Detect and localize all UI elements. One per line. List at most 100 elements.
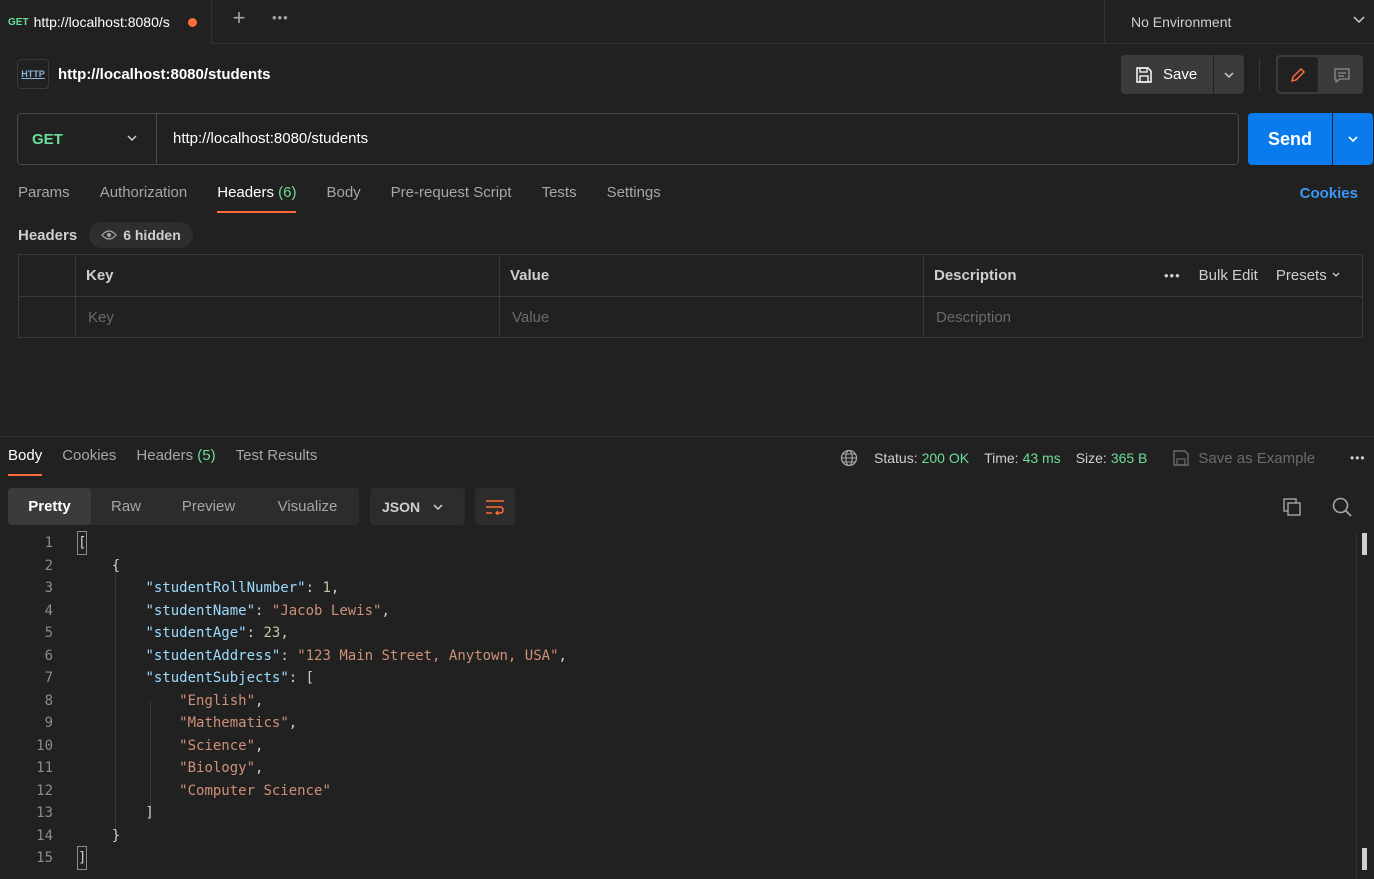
chevron-down-icon bbox=[127, 135, 137, 142]
json-string: Mathematics bbox=[187, 715, 281, 731]
request-tab[interactable]: GET http://localhost:8080/s bbox=[0, 0, 212, 44]
chevron-down-icon bbox=[1348, 136, 1358, 143]
line-number: 7 bbox=[44, 670, 53, 686]
new-tab-plus-icon[interactable]: + bbox=[228, 7, 250, 30]
code-line: 4 "studentName": "Jacob Lewis", bbox=[0, 600, 1350, 622]
view-pretty[interactable]: Pretty bbox=[8, 488, 91, 525]
save-icon bbox=[1136, 66, 1152, 83]
code-line: 14 } bbox=[0, 825, 1350, 847]
code-text: "Mathematics", bbox=[179, 715, 298, 731]
request-title[interactable]: http://localhost:8080/students bbox=[58, 66, 271, 83]
size-value[interactable]: 365 B bbox=[1111, 450, 1148, 466]
tab-method: GET bbox=[8, 16, 29, 28]
copy-button[interactable] bbox=[1281, 496, 1303, 521]
view-preview[interactable]: Preview bbox=[161, 488, 256, 525]
response-more-icon[interactable]: ••• bbox=[1350, 451, 1366, 465]
json-key: studentSubjects bbox=[153, 670, 281, 686]
cookies-link[interactable]: Cookies bbox=[1300, 185, 1358, 202]
code-text: } bbox=[78, 827, 121, 844]
search-button[interactable] bbox=[1331, 496, 1353, 521]
tab-authorization[interactable]: Authorization bbox=[100, 184, 188, 214]
value-input[interactable]: Value bbox=[500, 297, 924, 338]
comment-icon bbox=[1334, 67, 1350, 83]
save-dropdown-button[interactable] bbox=[1214, 55, 1244, 94]
comment-button[interactable] bbox=[1322, 57, 1362, 92]
response-tab-headers-label: Headers bbox=[136, 447, 194, 464]
view-visualize[interactable]: Visualize bbox=[256, 488, 359, 525]
wrap-lines-icon bbox=[486, 499, 504, 515]
time-label: Time: bbox=[984, 450, 1019, 466]
hidden-headers-toggle[interactable]: 6 hidden bbox=[89, 222, 193, 248]
code-text: "Biology", bbox=[179, 760, 264, 776]
key-input[interactable]: Key bbox=[76, 297, 500, 338]
column-header-description: Description bbox=[934, 267, 1017, 284]
send-button[interactable]: Send bbox=[1248, 113, 1332, 165]
code-text: "Science", bbox=[179, 737, 264, 754]
save-as-example-button[interactable]: Save as Example bbox=[1172, 449, 1315, 467]
response-tab-test-results[interactable]: Test Results bbox=[236, 447, 318, 477]
tab-tests[interactable]: Tests bbox=[542, 184, 577, 214]
copy-icon bbox=[1283, 498, 1301, 516]
tab-params[interactable]: Params bbox=[18, 184, 70, 214]
pencil-icon bbox=[1290, 67, 1306, 82]
time-value[interactable]: 43 ms bbox=[1023, 450, 1061, 466]
save-button[interactable]: Save bbox=[1121, 55, 1213, 94]
status-value[interactable]: 200 OK bbox=[922, 450, 969, 466]
response-tab-headers-count: (5) bbox=[197, 447, 216, 464]
editor-scrollbar[interactable] bbox=[1356, 532, 1357, 879]
view-raw[interactable]: Raw bbox=[91, 488, 161, 525]
url-input[interactable]: http://localhost:8080/students bbox=[173, 130, 368, 147]
save-icon bbox=[1173, 450, 1190, 466]
environment-select[interactable]: No Environment bbox=[1104, 0, 1374, 44]
response-tab-cookies[interactable]: Cookies bbox=[62, 447, 116, 477]
response-divider[interactable] bbox=[0, 436, 1374, 437]
save-as-example-label: Save as Example bbox=[1198, 449, 1316, 467]
tab-headers[interactable]: Headers (6) bbox=[217, 184, 297, 214]
format-select[interactable]: JSON bbox=[370, 488, 465, 525]
code-text: "English", bbox=[179, 692, 264, 709]
response-tab-body[interactable]: Body bbox=[8, 447, 43, 477]
line-number: 14 bbox=[36, 827, 53, 844]
code-line: 7 "studentSubjects": [ bbox=[0, 667, 1350, 689]
response-tabs: Body Cookies Headers (5) Test Results bbox=[8, 447, 337, 477]
column-header-key: Key bbox=[76, 255, 500, 296]
response-tab-headers[interactable]: Headers (5) bbox=[136, 447, 215, 477]
json-string: Computer Science bbox=[187, 782, 323, 799]
code-text: { bbox=[78, 557, 121, 574]
line-number: 3 bbox=[44, 580, 53, 596]
json-key: studentRollNumber bbox=[153, 580, 298, 596]
scrollbar-marker bbox=[1362, 533, 1367, 555]
tab-body[interactable]: Body bbox=[326, 184, 360, 214]
json-string: Jacob Lewis bbox=[280, 602, 374, 619]
code-text: "studentAge": 23, bbox=[145, 625, 289, 641]
line-number: 8 bbox=[44, 692, 53, 709]
line-number: 9 bbox=[44, 715, 53, 731]
column-header-value: Value bbox=[500, 255, 924, 296]
request-tabs: Params Authorization Headers (6) Body Pr… bbox=[18, 184, 691, 214]
code-text: "studentRollNumber": 1, bbox=[145, 580, 340, 596]
tab-more-icon[interactable]: ••• bbox=[272, 10, 294, 26]
bulk-edit-button[interactable]: Bulk Edit bbox=[1199, 267, 1258, 284]
eye-icon bbox=[101, 230, 118, 240]
code-text: "studentName": "Jacob Lewis", bbox=[145, 602, 390, 619]
method-select[interactable]: GET bbox=[18, 114, 157, 164]
json-string: English bbox=[187, 692, 247, 709]
edit-button[interactable] bbox=[1278, 57, 1318, 92]
code-line: 11 "Biology", bbox=[0, 757, 1350, 779]
headers-table: Key Value Description ••• Bulk Edit Pres… bbox=[18, 254, 1363, 338]
chevron-down-icon bbox=[1332, 272, 1340, 277]
send-dropdown-button[interactable] bbox=[1333, 113, 1373, 165]
tab-pre-request-script[interactable]: Pre-request Script bbox=[391, 184, 512, 214]
code-line: 5 "studentAge": 23, bbox=[0, 622, 1350, 644]
environment-label: No Environment bbox=[1131, 14, 1232, 30]
more-options-icon[interactable]: ••• bbox=[1164, 268, 1181, 283]
code-text: "Computer Science" bbox=[179, 782, 331, 799]
description-input[interactable]: Description bbox=[924, 297, 1154, 338]
format-label: JSON bbox=[382, 498, 421, 515]
http-icon: HTTP bbox=[17, 59, 49, 89]
globe-icon[interactable] bbox=[840, 449, 858, 467]
wrap-lines-button[interactable] bbox=[475, 488, 515, 525]
tab-settings[interactable]: Settings bbox=[607, 184, 661, 214]
presets-dropdown[interactable]: Presets bbox=[1276, 267, 1341, 284]
response-body-editor[interactable]: 1[ 2 { 3 "studentRollNumber": 1, 4 "stud… bbox=[0, 531, 1360, 879]
